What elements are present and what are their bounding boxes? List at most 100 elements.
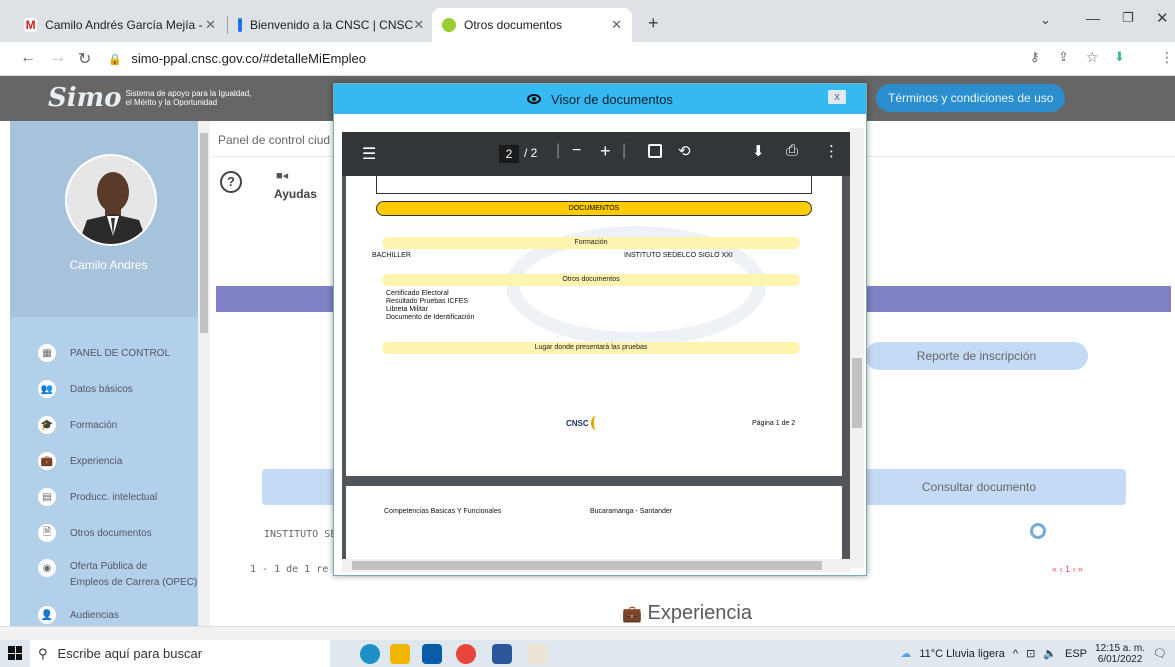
volume-icon[interactable]: 🔈 xyxy=(1043,647,1057,660)
sidebar-scrollbar[interactable] xyxy=(198,121,210,626)
profile-panel: Camilo Andres xyxy=(10,121,207,317)
back-icon[interactable]: ← xyxy=(20,49,36,67)
print-icon[interactable]: ⎙ xyxy=(786,142,798,159)
sidebar-item-producc[interactable]: ▤ Producc. intelectual xyxy=(38,487,157,507)
star-icon[interactable]: ☆ xyxy=(1086,49,1099,66)
pdf-page-1: DOCUMENTOS Formación BACHILLER INSTITUTO… xyxy=(346,176,842,476)
pagination[interactable]: « ‹ 1 › » xyxy=(1052,564,1083,574)
restore-icon[interactable]: ❐ xyxy=(1122,10,1134,26)
modal-title: Visor de documentos xyxy=(551,91,673,107)
search-icon: ⚲ xyxy=(38,645,48,661)
close-window-icon[interactable]: ✕ xyxy=(1156,9,1169,27)
avatar xyxy=(65,154,157,246)
clock[interactable]: 12:15 a. m. 6/01/2022 xyxy=(1095,643,1145,665)
sidebar-item-opec[interactable]: ◉ Oferta Pública de Empleos de Carrera (OP… xyxy=(38,559,197,591)
otros-list: Certificado Electoral Resultado Pruebas … xyxy=(386,290,474,322)
help-icon[interactable]: ? xyxy=(220,171,242,193)
sidebar-item-audiencias[interactable]: 👤 Audiencias xyxy=(38,605,119,625)
globe-icon: ◉ xyxy=(38,559,56,577)
edge-icon[interactable] xyxy=(360,644,380,664)
formacion-header: Formación xyxy=(382,237,800,249)
rotate-icon[interactable]: ⟲ xyxy=(678,142,691,160)
minimize-icon[interactable]: — xyxy=(1086,10,1100,26)
pager-text: 1 - 1 de 1 re xyxy=(250,564,329,575)
video-icon[interactable]: ■◂ xyxy=(276,169,288,182)
page-number-input[interactable]: 2 xyxy=(499,145,519,163)
word-icon[interactable] xyxy=(492,644,512,664)
key-icon[interactable]: ⚷ xyxy=(1030,49,1040,65)
pdf-app-icon[interactable] xyxy=(528,644,548,664)
institute-cell: INSTITUTO SE xyxy=(264,529,337,540)
sidebar-scroll-thumb[interactable] xyxy=(200,133,208,333)
browser-tab-bar: M Camilo Andrés García Mejía - ava ✕ Bie… xyxy=(0,0,1175,42)
network-icon[interactable]: ⊡ xyxy=(1026,647,1035,660)
reload-icon[interactable]: ↻ xyxy=(78,49,91,69)
notification-icon[interactable]: 🗨 xyxy=(1153,647,1167,660)
tab-gmail[interactable]: M Camilo Andrés García Mejía - ava ✕ xyxy=(14,8,226,42)
more-icon[interactable]: ⋮ xyxy=(824,142,839,160)
chevron-up-icon[interactable]: ^ xyxy=(1013,648,1018,660)
zoom-in-icon[interactable]: + xyxy=(600,141,611,162)
terms-button[interactable]: Términos y condiciones de uso xyxy=(876,84,1066,112)
audience-icon: 👤 xyxy=(38,606,56,624)
page2-left: Competencias Basicas Y Funcionales xyxy=(384,508,502,515)
scroll-thumb[interactable] xyxy=(852,358,862,428)
help-label[interactable]: Ayudas xyxy=(274,187,317,201)
sidebar-item-experiencia[interactable]: 💼 Experiencia xyxy=(38,451,122,471)
close-tab-icon[interactable]: ✕ xyxy=(611,17,622,33)
close-tab-icon[interactable]: ✕ xyxy=(205,17,216,33)
documents-header: DOCUMENTOS xyxy=(376,201,812,216)
weather-text[interactable]: 11°C Lluvia ligera xyxy=(919,648,1005,660)
windows-start-icon[interactable] xyxy=(8,646,22,660)
pdf-viewer: ☰ 2 / 2 | − + | ⟲ ⬇ ⎙ ⋮ DOCUMENTOS Forma… xyxy=(342,132,850,559)
taskbar: ⚲ Escribe aquí para buscar ☁ 11°C Lluvia… xyxy=(0,640,1175,667)
tab-otros-documentos[interactable]: Otros documentos ✕ xyxy=(432,8,632,42)
graduate-icon: 🎓 xyxy=(38,416,56,434)
report-button[interactable]: Reporte de inscripción xyxy=(865,342,1088,370)
system-tray: ☁ 11°C Lluvia ligera ^ ⊡ 🔈 ESP 12:15 a. … xyxy=(900,640,1167,667)
sidebar-item-otros-documentos[interactable]: 🗎 Otros documentos xyxy=(38,523,152,543)
extension-icon[interactable]: ⬇ xyxy=(1114,49,1125,65)
lang-indicator[interactable]: ESP xyxy=(1065,648,1087,660)
list-item: Resultado Pruebas ICFES xyxy=(386,298,469,305)
close-tab-icon[interactable]: ✕ xyxy=(413,17,424,33)
forward-icon[interactable]: → xyxy=(50,49,66,67)
sidebar-item-panel[interactable]: ▦ PANEL DE CONTROL xyxy=(38,343,170,363)
section-title: 💼 Experiencia xyxy=(622,602,752,624)
modal-h-scrollbar[interactable] xyxy=(342,559,850,572)
sidebar-item-formacion[interactable]: 🎓 Formación xyxy=(38,415,117,435)
otros-header: Otros documentos xyxy=(382,274,800,286)
eye-icon[interactable] xyxy=(1030,523,1046,539)
logo-line-1: Sistema de apoyo para la Igualdad, xyxy=(125,89,252,98)
modal-v-scrollbar[interactable] xyxy=(850,128,864,568)
mail-icon[interactable] xyxy=(422,644,442,664)
people-icon: 👥 xyxy=(38,380,56,398)
list-item: Documento de Identificación xyxy=(386,314,475,321)
simo-logo[interactable]: Simo Sistema de apoyo para la Igualdad, … xyxy=(48,80,251,116)
menu-icon[interactable]: ⋮ xyxy=(1160,49,1174,66)
file-explorer-icon[interactable] xyxy=(390,644,410,664)
address-bar: ← → ↻ 🔒 simo-ppal.cnsc.gov.co/#detalleMi… xyxy=(0,42,1175,76)
url-text: simo-ppal.cnsc.gov.co/#detalleMiEmpleo xyxy=(131,51,366,66)
chrome-icon[interactable] xyxy=(456,644,476,664)
document-icon: 🗎 xyxy=(38,524,56,542)
sidebar-item-datos-basicos[interactable]: 👥 Datos básicos xyxy=(38,379,133,399)
tab-cnsc[interactable]: Bienvenido a la CNSC | CNSC ✕ xyxy=(228,8,432,42)
scroll-thumb[interactable] xyxy=(352,561,822,570)
zoom-out-icon[interactable]: − xyxy=(572,142,581,160)
url-field[interactable]: 🔒 simo-ppal.cnsc.gov.co/#detalleMiEmpleo xyxy=(108,47,1108,71)
hamburger-icon[interactable]: ☰ xyxy=(362,144,376,164)
logo-line-2: el Mérito y la Oportunidad xyxy=(125,98,218,107)
page-h-scrollbar[interactable] xyxy=(0,626,1175,640)
modal-close-button[interactable]: x xyxy=(828,90,846,104)
taskbar-search[interactable]: ⚲ Escribe aquí para buscar xyxy=(30,640,330,667)
leaf-icon xyxy=(442,18,456,32)
share-icon[interactable]: ⇪ xyxy=(1058,49,1069,65)
fit-page-icon[interactable] xyxy=(648,144,662,158)
tab-label: Camilo Andrés García Mejía - ava xyxy=(45,18,205,32)
new-tab-icon[interactable]: + xyxy=(648,13,659,34)
download-icon[interactable]: ⬇ xyxy=(752,142,765,160)
sidebar: Camilo Andres ▦ PANEL DE CONTROL 👥 Datos b… xyxy=(10,121,207,626)
modal-header: Visor de documentos xyxy=(334,84,866,114)
chevron-down-icon[interactable]: ⌄ xyxy=(1040,12,1051,28)
